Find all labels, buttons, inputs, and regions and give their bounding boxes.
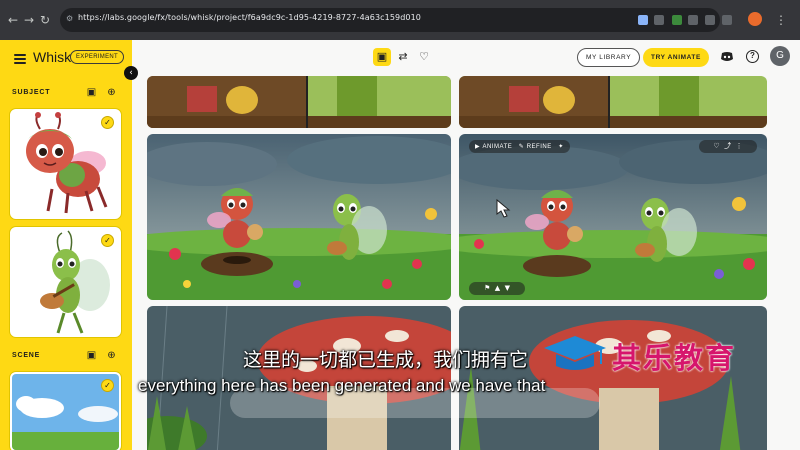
reload-icon[interactable]: ↻ [38, 13, 52, 27]
address-bar[interactable]: ⚙ https://labs.google/fx/tools/whisk/pro… [60, 8, 720, 32]
generated-image [147, 134, 451, 300]
try-animate-button[interactable]: TRY ANIMATE [643, 48, 709, 67]
subtitle-chinese: 这里的一切都已生成，我们拥有它 [243, 349, 529, 371]
watermark-brand: 其乐教育 [612, 341, 737, 375]
help-icon[interactable]: ? [746, 50, 759, 63]
browser-menu-icon[interactable]: ⋮ [774, 13, 788, 27]
scene-card-meadow[interactable]: ✓ [10, 372, 121, 450]
collapse-sidebar-icon[interactable]: ‹ [124, 66, 138, 80]
more-options-icon[interactable]: ⋮ [736, 142, 743, 150]
refine-icon[interactable]: ✎ [519, 143, 527, 150]
flag-icon[interactable]: ⚑ [484, 284, 490, 292]
my-library-button[interactable]: MY LIBRARY [577, 48, 641, 67]
star-icon[interactable] [688, 15, 698, 25]
sidepanel-icon[interactable] [722, 15, 732, 25]
puzzle-icon[interactable] [705, 15, 715, 25]
scene-section-title: SCENE [12, 352, 41, 359]
graduation-cap-logo [544, 336, 606, 370]
generated-image [459, 76, 767, 128]
extension-icon[interactable] [672, 15, 682, 25]
selected-check-icon[interactable]: ✓ [101, 116, 114, 129]
animate-action[interactable]: ANIMATE [483, 144, 513, 150]
swap-icon[interactable]: ⇄ [394, 48, 412, 66]
generated-image-tile[interactable] [459, 76, 767, 128]
selected-check-icon[interactable]: ✓ [101, 379, 114, 392]
url-text: https://labs.google/fx/tools/whisk/proje… [78, 13, 421, 22]
sidebar: Whisk EXPERIMENT SUBJECT ▣ ⊕ ✓ ✓ SCENE ▣… [0, 40, 132, 450]
share-icon[interactable]: ⤴ [724, 142, 731, 150]
experiment-badge: EXPERIMENT [70, 50, 125, 64]
subject-card-ant[interactable]: ✓ [10, 109, 121, 219]
generated-image-tile-hovered[interactable]: ▶ ANIMATE ✎ REFINE ✦ ♡ ⤴ ⋮ ⚑ ▲ ▼ [459, 134, 767, 300]
thumbs-down-icon[interactable]: ▼ [505, 284, 510, 292]
tile-action-bar: ▶ ANIMATE ✎ REFINE ✦ [469, 140, 570, 153]
subject-section-title: SUBJECT [12, 89, 51, 96]
discord-icon[interactable] [720, 51, 734, 62]
site-info-icon[interactable]: ⚙ [66, 14, 76, 24]
generated-image-tile[interactable] [147, 76, 451, 128]
menu-icon[interactable] [14, 54, 26, 64]
thumbs-up-icon[interactable]: ▲ [495, 284, 500, 292]
cast-icon[interactable] [638, 15, 648, 25]
subtitle-english: everything here has been generated and w… [138, 376, 546, 395]
add-scene-icon[interactable]: ⊕ [106, 350, 117, 361]
subject-card-grasshopper[interactable]: ✓ [10, 227, 121, 337]
image-view-icon[interactable]: ▣ [373, 48, 391, 66]
animate-icon[interactable]: ▶ [475, 143, 483, 150]
user-avatar[interactable]: G [770, 46, 790, 66]
favorites-heart-icon[interactable]: ♡ [415, 48, 433, 66]
favorite-heart-icon[interactable]: ♡ [713, 142, 719, 150]
top-toolbar: ▣ ⇄ ♡ MY LIBRARY TRY ANIMATE ? G [132, 40, 800, 76]
generated-image [459, 134, 767, 300]
image-upload-icon[interactable]: ▣ [86, 350, 97, 361]
selected-check-icon[interactable]: ✓ [101, 234, 114, 247]
generated-image [147, 76, 451, 128]
magic-icon[interactable]: ✦ [558, 143, 564, 150]
tile-feedback-actions: ⚑ ▲ ▼ [469, 282, 525, 295]
browser-toolbar: ← → ↻ ⚙ https://labs.google/fx/tools/whi… [0, 0, 800, 40]
bookmark-icon[interactable] [654, 15, 664, 25]
add-subject-icon[interactable]: ⊕ [106, 87, 117, 98]
tile-quick-actions: ♡ ⤴ ⋮ [699, 140, 757, 153]
image-upload-icon[interactable]: ▣ [86, 87, 97, 98]
back-arrow-icon[interactable]: ← [6, 13, 20, 27]
refine-action[interactable]: REFINE [527, 144, 552, 150]
profile-icon[interactable] [748, 12, 762, 26]
generated-image-tile[interactable] [147, 134, 451, 300]
brand-title: Whisk [33, 49, 72, 65]
forward-arrow-icon[interactable]: → [22, 13, 36, 27]
